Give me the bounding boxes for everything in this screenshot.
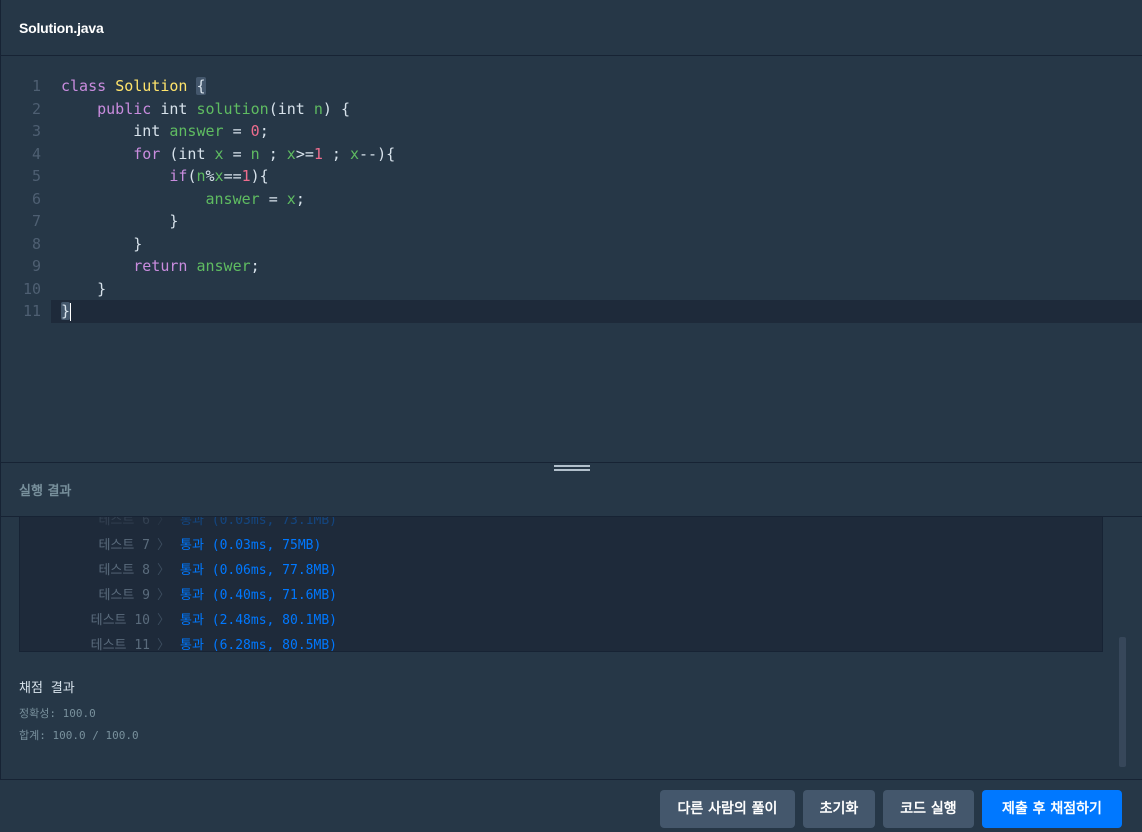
line-number: 5 <box>31 167 41 185</box>
text-cursor <box>70 302 72 321</box>
code-text[interactable]: } <box>61 233 142 256</box>
result-panel-title: 실행 결과 <box>19 484 72 499</box>
code-text[interactable]: for (int x = n ; x>=1 ; x--){ <box>61 143 395 166</box>
code-line[interactable]: 3 int answer = 0; <box>1 120 1142 143</box>
line-number: 9 <box>31 257 41 275</box>
code-line[interactable]: 9 return answer; <box>1 255 1142 278</box>
code-text[interactable]: int answer = 0; <box>61 120 268 143</box>
accuracy-label: 정확성: <box>19 707 56 720</box>
code-line-active[interactable]: 11} <box>23 300 1142 323</box>
line-number: 6 <box>31 189 41 208</box>
test-result: 통과 (0.03ms, 73.1MB) <box>180 517 337 528</box>
code-line[interactable]: 7 } <box>1 210 1142 233</box>
code-editor[interactable]: 1 class Solution { 2 public int solution(… <box>0 56 1142 462</box>
test-label: 테스트 6 <box>98 517 150 528</box>
line-number: 11 <box>22 302 41 320</box>
editor-tab-bar: Solution.java <box>0 0 1142 56</box>
line-number: 4 <box>31 144 41 163</box>
test-row: 테스트 8 〉 통과 (0.06ms, 77.8MB) <box>20 558 1102 583</box>
grading-title: 채점 결과 <box>19 681 75 696</box>
test-row: 테스트 6 〉 통과 (0.03ms, 73.1MB) <box>20 517 1102 533</box>
others-solutions-button[interactable]: 다른 사람의 풀이 <box>660 790 795 828</box>
code-text[interactable]: } <box>61 210 178 233</box>
line-number: 1 <box>31 77 41 95</box>
total-label: 합계: <box>19 729 46 742</box>
code-text[interactable]: class Solution { <box>61 75 206 98</box>
code-text[interactable]: } <box>61 278 106 301</box>
test-result: 통과 (0.06ms, 77.8MB) <box>180 563 337 578</box>
chevron-right-icon: 〉 <box>157 638 171 652</box>
chevron-right-icon: 〉 <box>157 613 171 628</box>
accuracy-value: 100.0 <box>62 707 96 720</box>
chevron-right-icon: 〉 <box>157 517 171 528</box>
action-footer: 다른 사람의 풀이 초기화 코드 실행 제출 후 채점하기 <box>0 779 1142 832</box>
code-line[interactable]: 4 for (int x = n ; x>=1 ; x--){ <box>1 143 1142 166</box>
test-results-list[interactable]: 테스트 6 〉 통과 (0.03ms, 73.1MB) 테스트 7 〉 통과 (0.03… <box>19 517 1103 652</box>
code-line[interactable]: 6 answer = x; <box>1 188 1142 211</box>
run-code-button[interactable]: 코드 실행 <box>883 790 974 828</box>
total-line: 합계: 100.0 / 100.0 <box>19 727 139 743</box>
code-text[interactable]: return answer; <box>61 255 259 278</box>
line-number: 3 <box>31 122 41 140</box>
chevron-right-icon: 〉 <box>157 588 171 603</box>
test-result: 통과 (0.40ms, 71.6MB) <box>180 588 337 603</box>
chevron-right-icon: 〉 <box>157 538 171 553</box>
test-row: 테스트 9 〉 통과 (0.40ms, 71.6MB) <box>20 583 1102 608</box>
test-label: 테스트 7 <box>98 538 150 553</box>
test-result: 통과 (6.28ms, 80.5MB) <box>180 638 337 652</box>
test-row: 테스트 7 〉 통과 (0.03ms, 75MB) <box>20 533 1102 558</box>
chevron-right-icon: 〉 <box>157 563 171 578</box>
line-number: 7 <box>31 212 41 230</box>
result-area: 테스트 6 〉 통과 (0.03ms, 73.1MB) 테스트 7 〉 통과 (0.03… <box>0 517 1142 779</box>
code-lines[interactable]: 1 class Solution { 2 public int solution(… <box>1 75 1142 323</box>
code-text[interactable]: public int solution(int n) { <box>61 98 350 121</box>
line-number: 10 <box>22 279 41 298</box>
test-label: 테스트 8 <box>98 563 150 578</box>
code-text[interactable]: answer = x; <box>61 188 305 211</box>
total-value: 100.0 / 100.0 <box>52 729 139 742</box>
resize-handle-icon[interactable] <box>554 465 590 476</box>
line-number: 8 <box>31 234 41 253</box>
test-row: 테스트 11 〉 통과 (6.28ms, 80.5MB) <box>20 633 1102 652</box>
code-line[interactable]: 2 public int solution(int n) { <box>1 98 1142 121</box>
test-label: 테스트 10 <box>90 613 150 628</box>
code-text[interactable]: } <box>61 300 72 323</box>
code-line[interactable]: 5 if(n%x==1){ <box>1 165 1142 188</box>
test-label: 테스트 11 <box>90 638 150 652</box>
test-label: 테스트 9 <box>98 588 150 603</box>
submit-button[interactable]: 제출 후 채점하기 <box>982 790 1122 828</box>
test-result: 통과 (0.03ms, 75MB) <box>180 538 322 553</box>
line-number: 2 <box>31 99 41 118</box>
file-tab-title[interactable]: Solution.java <box>19 20 104 36</box>
result-scrollbar[interactable] <box>1119 637 1126 767</box>
test-result: 통과 (2.48ms, 80.1MB) <box>180 613 337 628</box>
reset-button[interactable]: 초기화 <box>803 790 875 828</box>
accuracy-line: 정확성: 100.0 <box>19 705 96 721</box>
code-line[interactable]: 10 } <box>1 278 1142 301</box>
code-line[interactable]: 1 class Solution { <box>1 75 1142 98</box>
test-row: 테스트 10 〉 통과 (2.48ms, 80.1MB) <box>20 608 1102 633</box>
code-text[interactable]: if(n%x==1){ <box>61 165 268 188</box>
code-line[interactable]: 8 } <box>1 233 1142 256</box>
